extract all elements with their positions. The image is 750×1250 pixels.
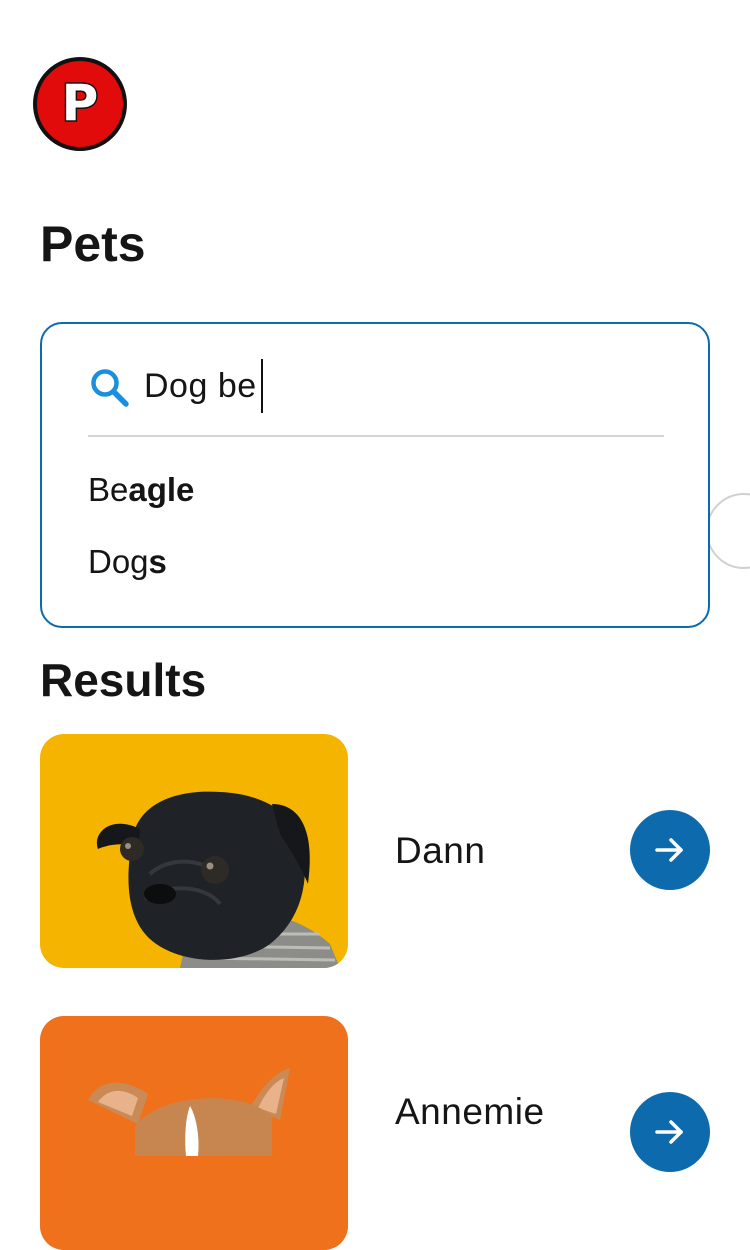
search-field[interactable]: Dog be [88, 358, 664, 414]
suggestion-typed-text: Be [88, 471, 129, 508]
suggestion-item-beagle[interactable]: Beagle [88, 470, 194, 510]
carousel-next-button[interactable] [706, 493, 750, 569]
suggestion-completion-text: s [148, 543, 167, 580]
result-card[interactable]: Dann [40, 734, 710, 968]
arrow-right-icon [655, 1120, 683, 1144]
pet-photo [40, 1016, 348, 1250]
pet-name: Dann [395, 830, 486, 871]
suggestion-completion-text: agle [128, 471, 195, 508]
page-title: Pets [40, 216, 146, 272]
search-input[interactable]: Dog be [144, 367, 257, 406]
results-heading: Results [40, 654, 207, 706]
suggestion-typed-text: Dog [88, 543, 149, 580]
open-pet-button[interactable] [630, 1092, 710, 1172]
text-caret [260, 359, 263, 413]
app-logo[interactable]: P [33, 57, 127, 151]
logo-letter: P [60, 74, 100, 132]
search-box[interactable]: Dog be Beagle Dogs [40, 322, 710, 628]
arrow-right-icon [655, 838, 683, 862]
open-pet-button[interactable] [630, 810, 710, 890]
suggestion-item-dogs[interactable]: Dogs [88, 542, 167, 582]
pet-photo [40, 734, 348, 968]
search-icon [91, 369, 129, 407]
result-card[interactable]: Annemie [40, 1016, 710, 1250]
search-divider [88, 435, 664, 437]
pet-name: Annemie [395, 1091, 545, 1132]
